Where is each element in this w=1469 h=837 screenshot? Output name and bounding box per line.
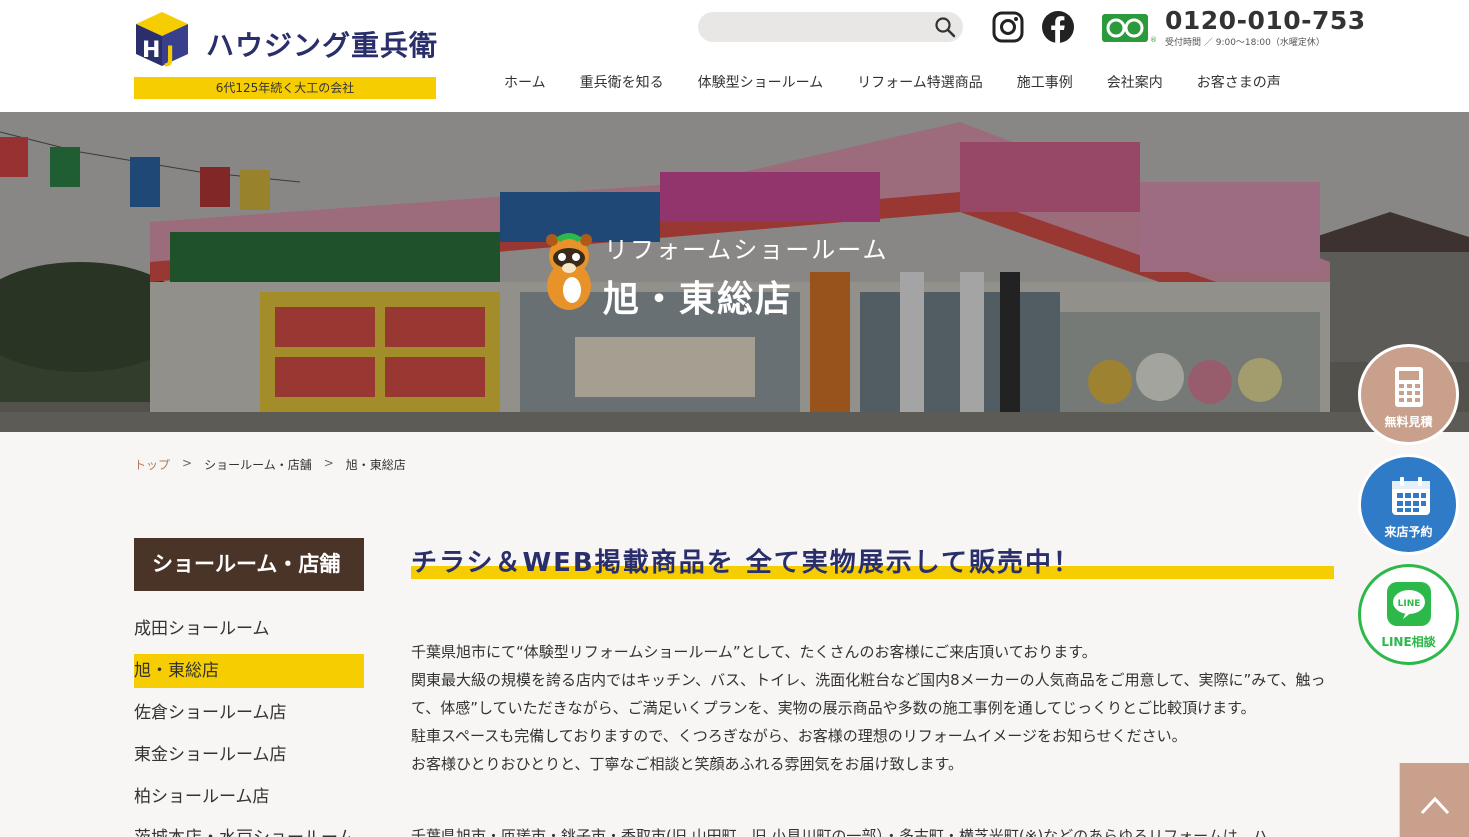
calculator-icon	[1395, 367, 1423, 407]
logo-text: ハウジング重兵衛	[206, 29, 439, 62]
description-paragraph: 千葉県旭市にて“体験型リフォームショールーム”として、たくさんのお客様にご来店頂…	[411, 643, 1097, 661]
sidebar-title: ショールーム・店舗	[134, 538, 364, 591]
tagline: 6代125年続く大工の会社	[134, 77, 436, 99]
visit-reservation-button[interactable]: 来店予約	[1358, 454, 1459, 555]
svg-text:®: ®	[1150, 36, 1157, 44]
calendar-icon	[1392, 477, 1430, 515]
sidebar-item-narita[interactable]: 成田ショールーム	[134, 612, 364, 646]
svg-text:H: H	[142, 38, 160, 63]
instagram-icon[interactable]	[991, 10, 1025, 44]
line-consult-button[interactable]: LINE LINE相談	[1358, 564, 1459, 665]
free-estimate-label: 無料見積	[1384, 415, 1433, 429]
description-paragraph-cut: 千葉県旭市・匝瑳市・銚子市・香取市(旧 山田町、旧 小見川町の一部）・多古町・横…	[411, 827, 1268, 837]
chevron-up-icon	[1420, 796, 1450, 815]
breadcrumb: トップ > ショールーム・店舗 > 旭・東総店	[134, 456, 406, 473]
free-estimate-button[interactable]: 無料見積	[1358, 344, 1459, 445]
sidebar-item-asahi[interactable]: 旭・東総店	[134, 654, 364, 688]
breadcrumb-showrooms[interactable]: ショールーム・店舗	[204, 456, 312, 473]
description-paragraph: 駐車スペースも完備しておりますので、くつろぎながら、お客様の理想のリフォームイメ…	[411, 727, 1187, 745]
nav-products[interactable]: リフォーム特選商品	[840, 72, 1000, 94]
facebook-icon[interactable]	[1041, 10, 1075, 44]
back-to-top-button[interactable]	[1399, 763, 1469, 837]
sidebar-item-togane[interactable]: 東金ショールーム店	[134, 738, 364, 772]
site-header: H J ハウジング重兵衛 6代125年続く大工の会社 ® 0120-010-75…	[0, 0, 1469, 112]
line-consult-label: LINE相談	[1381, 635, 1436, 649]
tanuki-mascot-icon	[546, 233, 592, 310]
business-hours: 受付時間 ／ 9:00〜18:00（水曜定休）	[1165, 38, 1325, 48]
free-dial-icon: ®	[1102, 14, 1157, 44]
description-paragraph: 関東最大級の規模を誇る店内ではキッチン、バス、トイレ、洗面化粧台など国内8メーカ…	[411, 671, 1326, 717]
search-box	[698, 12, 963, 42]
line-app-icon: LINE	[1387, 582, 1431, 626]
breadcrumb-separator: >	[182, 456, 193, 470]
description-paragraph: お客様ひとりおひとりと、丁寧なご相談と笑顔あふれる雰囲気をお届け致します。	[411, 755, 964, 773]
hero-banner: リフォームショールーム 旭・東総店	[0, 112, 1469, 432]
nav-voices[interactable]: お客さまの声	[1180, 72, 1298, 94]
hero-subtitle: リフォームショールーム	[604, 236, 889, 264]
site-logo[interactable]: H J ハウジング重兵衛	[134, 10, 439, 70]
sidebar-item-kashiwa[interactable]: 柏ショールーム店	[134, 780, 364, 814]
section-heading: チラシ＆WEB掲載商品を 全て実物展示して販売中！	[411, 548, 1082, 578]
nav-showroom[interactable]: 体験型ショールーム	[681, 72, 841, 94]
nav-about[interactable]: 重兵衛を知る	[563, 72, 681, 94]
sidebar-item-ibaraki[interactable]: 茨城本店・水戸ショールーム	[134, 822, 364, 837]
nav-home[interactable]: ホーム	[487, 72, 563, 94]
sidebar-item-sakura[interactable]: 佐倉ショールーム店	[134, 696, 364, 730]
breadcrumb-separator: >	[323, 456, 334, 470]
sidebar-menu: 成田ショールーム 旭・東総店 佐倉ショールーム店 東金ショールーム店 柏ショール…	[134, 612, 364, 837]
visit-reservation-label: 来店予約	[1384, 525, 1433, 539]
breadcrumb-current: 旭・東総店	[345, 458, 406, 472]
hero-title: 旭・東総店	[603, 279, 794, 320]
logo-mark-icon: H J	[136, 12, 188, 68]
nav-works[interactable]: 施工事例	[1000, 72, 1090, 94]
phone-number[interactable]: 0120-010-753	[1165, 6, 1366, 35]
search-input[interactable]	[714, 16, 924, 38]
line-app-badge-text: LINE	[1398, 599, 1421, 609]
nav-company[interactable]: 会社案内	[1090, 72, 1180, 94]
store-description: 千葉県旭市にて“体験型リフォームショールーム”として、たくさんのお客様にご来店頂…	[411, 638, 1334, 837]
main-nav: ホーム 重兵衛を知る 体験型ショールーム リフォーム特選商品 施工事例 会社案内…	[487, 72, 1298, 94]
search-icon[interactable]	[933, 15, 957, 39]
svg-text:J: J	[164, 43, 174, 68]
breadcrumb-top[interactable]: トップ	[134, 456, 170, 473]
